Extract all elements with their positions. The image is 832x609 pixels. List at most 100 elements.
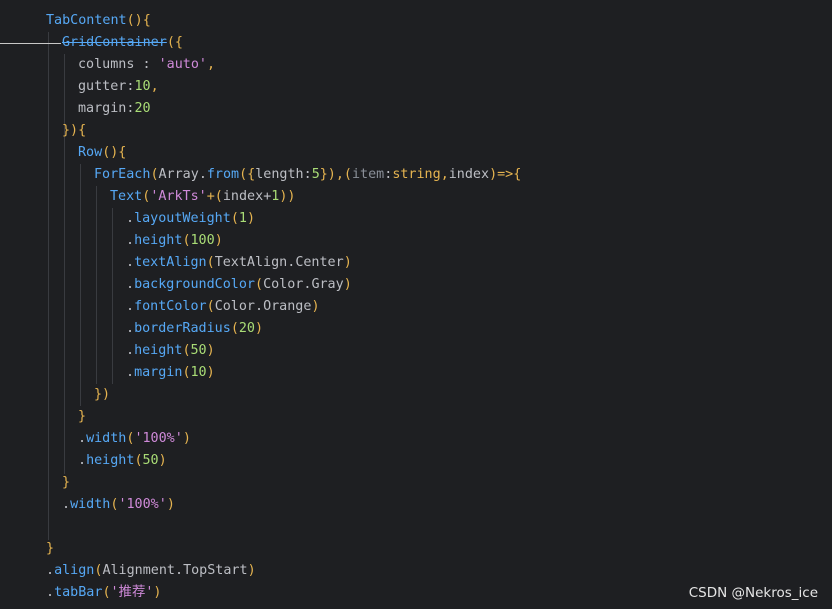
code-token: from (206, 167, 240, 182)
code-token: +( (206, 189, 223, 204)
code-token: string (392, 167, 441, 182)
code-token: . (78, 431, 87, 446)
code-token: }){ (62, 123, 87, 138)
code-token: layoutWeight (134, 211, 231, 226)
code-token: . (46, 563, 55, 578)
code-token: , (207, 57, 216, 72)
code-token: )=>{ (489, 167, 522, 182)
code-token: : (134, 57, 159, 72)
code-token: length (255, 167, 304, 182)
code-line: ForEach(Array.from({length:5}),(item:str… (94, 164, 521, 186)
code-line: Text('ArkTs'+(index+1)) (110, 186, 295, 208)
code-token: . (46, 585, 55, 600)
code-token: 1 (238, 211, 247, 226)
code-token: . (175, 563, 184, 578)
code-token: ) (343, 277, 352, 292)
code-token: ) (158, 453, 167, 468)
code-token: 10 (190, 365, 207, 380)
code-token: ( (206, 299, 215, 314)
code-line: .tabBar('推荐') (46, 582, 161, 604)
code-token: 5 (311, 167, 320, 182)
code-line: .width('100%') (78, 428, 191, 450)
code-token: . (126, 343, 135, 358)
code-token: . (126, 277, 135, 292)
code-token: ( (206, 255, 215, 270)
indent-guide (96, 186, 97, 384)
code-token: 20 (238, 321, 255, 336)
code-token: ) (206, 365, 215, 380)
code-token: }),( (319, 167, 352, 182)
code-line: .borderRadius(20) (126, 318, 263, 340)
code-token: Text (110, 189, 143, 204)
code-token: ( (182, 365, 191, 380)
code-token: ) (311, 299, 320, 314)
code-line: .align(Alignment.TopStart) (46, 560, 256, 582)
code-token: TextAlign (214, 255, 288, 270)
code-line: .margin(10) (126, 362, 215, 384)
code-token: 'ArkTs' (150, 189, 207, 204)
code-line: .height(50) (78, 450, 167, 472)
code-line: columns : 'auto', (78, 54, 215, 76)
code-token: width (86, 431, 127, 446)
indent-guide (80, 164, 81, 406)
code-token: ( (102, 585, 111, 600)
code-token: Orange (263, 299, 312, 314)
code-token: . (78, 453, 87, 468)
code-token: width (70, 497, 111, 512)
code-token: . (126, 321, 135, 336)
code-token: . (126, 299, 135, 314)
code-token: ) (153, 585, 162, 600)
code-token: ( (230, 321, 239, 336)
code-token: Center (295, 255, 344, 270)
code-editor[interactable]: TabContent(){GridContainer({columns : 'a… (0, 0, 832, 609)
code-token: textAlign (134, 255, 207, 270)
code-token: ( (150, 167, 159, 182)
code-token: gutter (78, 79, 127, 94)
code-token: 20 (134, 101, 151, 116)
code-token: ) (255, 321, 264, 336)
code-token: Alignment (102, 563, 175, 578)
code-line: gutter:10, (78, 76, 159, 98)
code-token: ) (343, 255, 352, 270)
code-token: , (150, 79, 159, 94)
code-token: 'auto' (158, 57, 207, 72)
code-line: .layoutWeight(1) (126, 208, 255, 230)
code-line: .height(50) (126, 340, 215, 362)
code-token: Gray (311, 277, 344, 292)
code-token: height (134, 343, 183, 358)
code-token: ) (182, 431, 191, 446)
code-token: ) (214, 233, 223, 248)
indent-guide (112, 208, 113, 384)
code-line: } (78, 406, 86, 428)
code-token: align (54, 563, 95, 578)
code-token: Row (78, 145, 103, 160)
code-line: TabContent(){ (46, 10, 151, 32)
code-line: margin:20 (78, 98, 151, 120)
code-token: ) (206, 343, 215, 358)
strikethrough-rule (0, 43, 61, 44)
csdn-watermark: CSDN @Nekros_ice (688, 585, 818, 601)
code-line: Row(){ (78, 142, 126, 164)
code-token: . (255, 299, 264, 314)
code-line: }){ (62, 120, 86, 142)
code-token: ) (246, 211, 255, 226)
code-token: tabBar (54, 585, 103, 600)
code-line: GridContainer({ (62, 32, 183, 54)
code-token: ) (166, 497, 175, 512)
code-token: backgroundColor (134, 277, 255, 292)
code-token: height (86, 453, 135, 468)
code-token: 100 (190, 233, 215, 248)
code-token: height (134, 233, 183, 248)
code-token: } (78, 409, 87, 424)
code-token: . (126, 211, 135, 226)
code-line: .backgroundColor(Color.Gray) (126, 274, 352, 296)
code-token: 10 (134, 79, 151, 94)
indent-guide (64, 54, 65, 474)
code-line: .height(100) (126, 230, 223, 252)
code-token: } (62, 475, 71, 490)
code-token: index (222, 189, 264, 204)
code-token: . (62, 497, 71, 512)
code-token: item (352, 167, 385, 182)
code-token: Color (214, 299, 255, 314)
code-token: GridContainer (62, 35, 167, 50)
